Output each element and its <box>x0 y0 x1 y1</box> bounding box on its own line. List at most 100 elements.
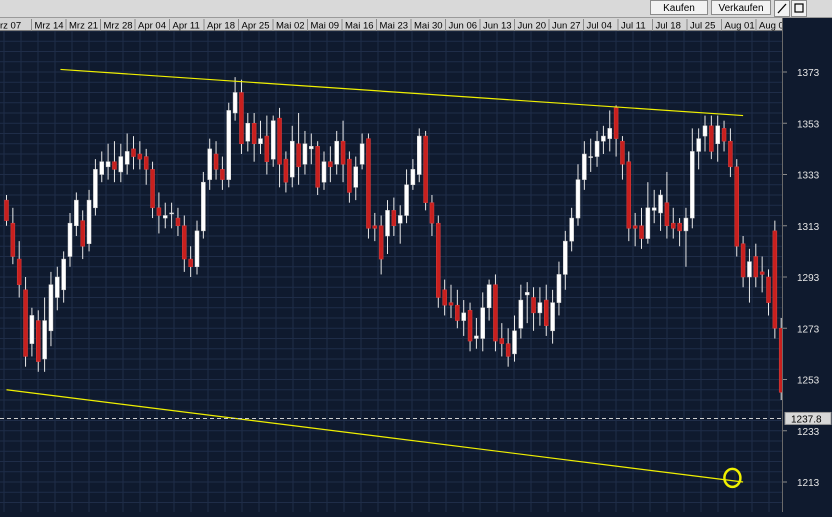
y-tick-label: 1373 <box>797 68 820 79</box>
candle-up <box>86 199 92 244</box>
x-tick-label: Aug 08 <box>759 21 782 32</box>
y-tick-label: 1313 <box>797 222 820 233</box>
candle-up <box>486 284 492 308</box>
candle-up <box>67 222 73 257</box>
candle-up <box>42 320 47 360</box>
current-price-label: 1237.8 <box>791 414 822 425</box>
candle-down <box>156 207 162 216</box>
square-icon[interactable] <box>791 0 807 17</box>
candle-up <box>226 110 231 180</box>
candle-up <box>702 125 708 137</box>
candle-up <box>550 302 555 332</box>
candle-down <box>10 222 16 257</box>
candle-down <box>467 310 473 342</box>
candle-up <box>512 330 517 355</box>
pencil-line-icon[interactable] <box>774 0 790 17</box>
candle-up <box>582 153 587 180</box>
candle-up <box>207 148 212 180</box>
candle-down <box>613 107 619 139</box>
candle-down <box>493 284 498 342</box>
candle-up <box>163 215 168 219</box>
candle-up <box>690 151 695 219</box>
candle-down <box>436 222 441 298</box>
x-tick-label: Jul 25 <box>690 21 715 32</box>
candle-down <box>378 225 384 260</box>
candle-down <box>264 135 270 162</box>
x-tick-label: Jul 04 <box>587 21 612 32</box>
x-tick-label: Mrz 28 <box>104 21 133 32</box>
candle-down <box>80 220 85 247</box>
candle-up <box>61 258 66 291</box>
candle-up <box>651 207 657 211</box>
x-tick-label: Aug 01 <box>725 21 755 32</box>
candle-down <box>23 289 28 357</box>
x-tick-label: Apr 04 <box>138 21 166 32</box>
candle-down <box>455 304 460 321</box>
candle-down <box>442 289 447 306</box>
candle-up <box>569 217 574 242</box>
candle-up <box>74 199 79 226</box>
candle-up <box>29 315 35 344</box>
candle-down <box>753 256 759 278</box>
candle-down <box>759 271 765 275</box>
candle-up <box>588 156 593 158</box>
sell-button[interactable]: Verkaufen <box>711 0 771 15</box>
candle-down <box>671 222 676 229</box>
candle-down <box>391 210 397 226</box>
candle-up <box>518 299 524 329</box>
candle-down <box>188 258 193 267</box>
candle-up <box>410 169 416 185</box>
y-tick-label: 1273 <box>797 324 820 335</box>
candle-up <box>169 212 174 215</box>
candle-up <box>321 161 327 183</box>
candle-up <box>397 215 403 224</box>
candle-up <box>747 261 752 278</box>
candle-up <box>359 143 365 165</box>
candle-down <box>372 225 378 229</box>
x-tick-label: Jul 18 <box>656 21 681 32</box>
candle-down <box>499 338 505 344</box>
x-tick-label: Jun 06 <box>449 21 478 32</box>
buy-button[interactable]: Kaufen <box>650 0 708 15</box>
candle-down <box>277 117 282 165</box>
x-tick-label: Mai 30 <box>414 21 443 32</box>
y-tick-label: 1213 <box>797 478 820 489</box>
candle-up <box>417 135 422 175</box>
candle-down <box>734 166 739 247</box>
candle-down <box>283 158 289 183</box>
candle-down <box>531 297 536 314</box>
x-tick-label: Jun 20 <box>518 21 547 32</box>
y-tick-label: 1353 <box>797 119 820 130</box>
candle-down <box>213 153 219 170</box>
candle-up <box>302 143 308 165</box>
candle-down <box>772 230 778 329</box>
candle-up <box>290 140 295 178</box>
candle-up <box>645 207 651 239</box>
candle-down <box>175 217 181 226</box>
candle-down <box>664 202 670 226</box>
candle-up <box>385 210 390 237</box>
candle-up <box>353 166 358 188</box>
candle-up <box>658 194 663 214</box>
candle-up <box>93 169 98 209</box>
candle-up <box>683 217 689 232</box>
candle-up <box>334 140 339 165</box>
candle-down <box>4 199 9 221</box>
date-axis: rz 07 Mrz 14 Mrz 21 Mrz 28 Apr 04 Apr 11 Apr 1… <box>0 18 789 32</box>
candle-up <box>715 125 720 144</box>
candle-up <box>575 179 581 219</box>
candle-down <box>620 140 625 165</box>
candle-down <box>728 140 733 168</box>
candle-down <box>505 343 511 357</box>
candlestick-chart <box>0 31 782 512</box>
candle-up <box>194 230 200 267</box>
candle-down <box>150 169 155 209</box>
candle-up <box>258 138 263 144</box>
candle-down <box>626 161 632 229</box>
candle-down <box>448 302 454 306</box>
candle-down <box>721 128 727 142</box>
y-tick-label: 1333 <box>797 171 820 182</box>
candle-down <box>766 276 771 303</box>
candle-down <box>340 140 346 165</box>
candle-down <box>137 153 143 160</box>
